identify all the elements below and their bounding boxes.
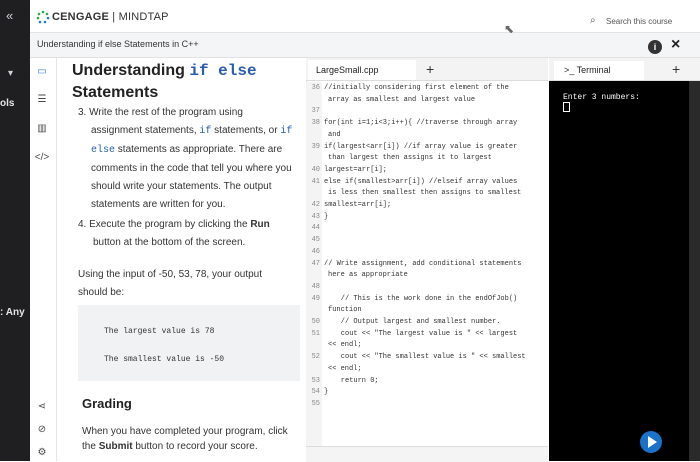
sidebar-label-top: ols [0, 98, 15, 109]
line-number: 46 [311, 247, 320, 256]
expected-output-line: The largest value is 78 [104, 327, 215, 336]
help-icon[interactable]: ⊘ [34, 424, 50, 435]
brand-name: CENGAGE [52, 11, 110, 23]
code-icon[interactable]: </> [34, 152, 50, 163]
code-line[interactable]: << endl; [328, 341, 362, 349]
chevron-down-icon[interactable]: ▾ [8, 68, 13, 79]
info-button[interactable]: i [648, 40, 662, 54]
code-line[interactable]: << endl; [328, 365, 362, 373]
tab-terminal[interactable]: >_ Terminal [554, 61, 644, 80]
grading-heading: Grading [82, 396, 132, 411]
code-line[interactable]: smallest=arr[i]; [324, 201, 391, 209]
code-line[interactable]: } [324, 213, 328, 221]
code-line[interactable]: here as appropriate [328, 271, 408, 279]
line-number: 51 [311, 329, 320, 338]
code-line[interactable]: else if(smallest>arr[i]) //elseif array … [324, 178, 517, 186]
line-number: 43 [311, 212, 320, 221]
code-line[interactable]: //initially considering first element of… [324, 84, 509, 92]
brand-product: MINDTAP [118, 11, 169, 23]
line-number: 37 [311, 107, 320, 116]
line-number: 53 [311, 376, 320, 385]
line-number: 36 [311, 84, 320, 92]
line-number: 38 [311, 119, 320, 128]
terminal-cursor [563, 102, 570, 112]
code-line[interactable]: return 0; [324, 377, 379, 385]
code-line[interactable]: } [324, 388, 328, 396]
step-3-intro: 3. Write the rest of the program using [78, 107, 243, 118]
cengage-logo-icon [36, 10, 50, 24]
input-note: Using the input of -50, 53, 78, your out… [78, 269, 263, 298]
back-chevron-icon[interactable]: « [6, 8, 13, 23]
terminal-output: Enter 3 numbers: [563, 93, 640, 102]
step-4-text: 4. Execute the program by clicking the R… [78, 219, 270, 230]
sidebar-label-bottom: : Any [0, 307, 25, 318]
search-placeholder[interactable]: Search this course [606, 17, 672, 26]
play-icon[interactable] [648, 436, 657, 448]
left-sidebar-strip [0, 0, 30, 461]
code-line[interactable]: for(int i=1;i<3;i++){ //traverse through… [324, 119, 517, 127]
terminal-prompt-icon: >_ [564, 65, 575, 75]
book-icon[interactable]: ▭ [34, 66, 50, 77]
expected-output-line: The smallest value is -50 [104, 355, 225, 364]
line-number: 54 [311, 388, 320, 397]
step-3-text: assignment statements, if statements, or… [91, 125, 293, 210]
code-line[interactable]: cout << "The largest value is " << large… [324, 330, 517, 338]
code-line[interactable]: than largest then assigns it to largest [328, 154, 492, 162]
line-number: 40 [311, 165, 320, 174]
add-terminal-button[interactable]: + [672, 61, 680, 77]
grading-text: When you have completed your program, cl… [82, 426, 288, 452]
line-number: 41 [311, 177, 320, 186]
line-number: 48 [311, 282, 320, 291]
lesson-title: Understanding if else Statements [72, 62, 257, 101]
code-line[interactable]: array as smallest and largest value [328, 96, 475, 104]
add-file-button[interactable]: + [426, 61, 434, 77]
step-4-continued: button at the bottom of the screen. [93, 237, 246, 248]
code-line[interactable]: function [328, 306, 362, 314]
code-line[interactable]: is less then smallest then assigns to sm… [328, 189, 521, 197]
editor-status-bar [306, 446, 548, 462]
settings-icon[interactable]: ⚙ [34, 447, 50, 458]
right-edge-strip [689, 81, 700, 461]
line-number: 55 [311, 399, 320, 408]
line-number: 39 [311, 142, 320, 151]
list-icon[interactable]: ☰ [34, 94, 50, 105]
close-button[interactable]: × [671, 36, 680, 54]
file-tab-largesmall[interactable]: LargeSmall.cpp [308, 60, 416, 80]
line-number: 45 [311, 236, 320, 245]
code-line[interactable]: cout << "The smallest value is " << smal… [324, 353, 526, 361]
share-icon[interactable]: ⋖ [34, 401, 50, 412]
line-number: 49 [311, 294, 320, 303]
code-line[interactable]: largest=arr[i]; [324, 166, 387, 174]
line-number: 52 [311, 353, 320, 362]
line-number: 50 [311, 318, 320, 326]
terminal-console[interactable] [549, 81, 689, 461]
code-line[interactable]: if(largest<arr[i]) //if array value is g… [324, 143, 517, 151]
search-icon[interactable]: ⌕ [590, 15, 596, 26]
line-number: 47 [311, 259, 320, 268]
line-number: 42 [311, 201, 320, 209]
breadcrumb: Understanding if else Statements in C++ [37, 39, 199, 49]
line-number: 44 [311, 224, 320, 233]
chart-icon[interactable]: ▥ [34, 123, 50, 134]
code-line[interactable]: // Output largest and smallest number. [324, 318, 501, 326]
code-line[interactable]: // This is the work done in the endOfJob… [324, 295, 517, 303]
code-line[interactable]: and [328, 131, 341, 139]
code-line[interactable]: // Write assignment, add conditional sta… [324, 260, 521, 268]
terminal-tab-label: Terminal [576, 65, 611, 75]
expected-output-box [78, 305, 300, 381]
brand-logo[interactable]: CENGAGE | MINDTAP [52, 11, 169, 23]
